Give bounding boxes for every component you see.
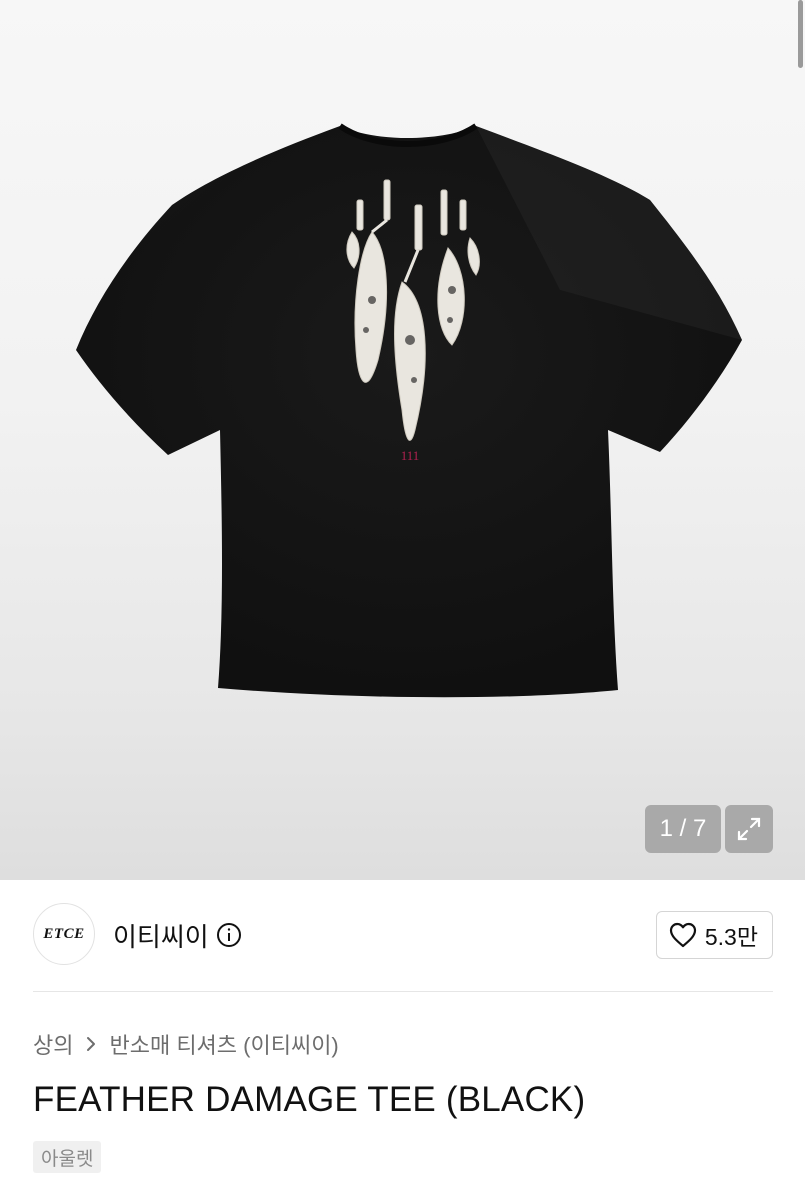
breadcrumb-category[interactable]: 상의 xyxy=(33,1028,73,1060)
info-icon[interactable] xyxy=(216,922,242,948)
breadcrumb: 상의 반소매 티셔츠 (이티씨이) xyxy=(33,1028,339,1060)
brand-name[interactable]: 이티씨이 xyxy=(113,917,209,954)
product-title: FEATHER DAMAGE TEE (BLACK) xyxy=(33,1080,586,1119)
image-counter-text: 1 / 7 xyxy=(659,815,707,842)
brand-logo[interactable]: ETCE xyxy=(33,903,95,965)
outlet-tag-label: 아울렛 xyxy=(41,1148,94,1170)
like-button[interactable]: 5.3만 xyxy=(655,911,773,959)
image-counter: 1 / 7 xyxy=(645,805,721,853)
like-count: 5.3만 xyxy=(704,924,758,950)
outlet-tag: 아울렛 xyxy=(33,1141,102,1173)
heart-icon xyxy=(669,922,696,948)
chevron-right-icon xyxy=(87,1037,96,1051)
divider xyxy=(33,991,773,992)
print-label: 111 xyxy=(401,448,420,463)
product-image-gallery[interactable]: 111 1 / 7 xyxy=(0,0,805,880)
expand-button[interactable] xyxy=(725,805,773,853)
scrollbar[interactable] xyxy=(798,0,803,68)
product-image: 111 xyxy=(76,123,742,698)
brand-logo-text: ETCE xyxy=(43,925,85,942)
breadcrumb-subcategory[interactable]: 반소매 티셔츠 (이티씨이) xyxy=(109,1028,338,1060)
expand-icon xyxy=(737,817,761,841)
brand-row: ETCE 이티씨이 5.3만 xyxy=(33,903,773,967)
